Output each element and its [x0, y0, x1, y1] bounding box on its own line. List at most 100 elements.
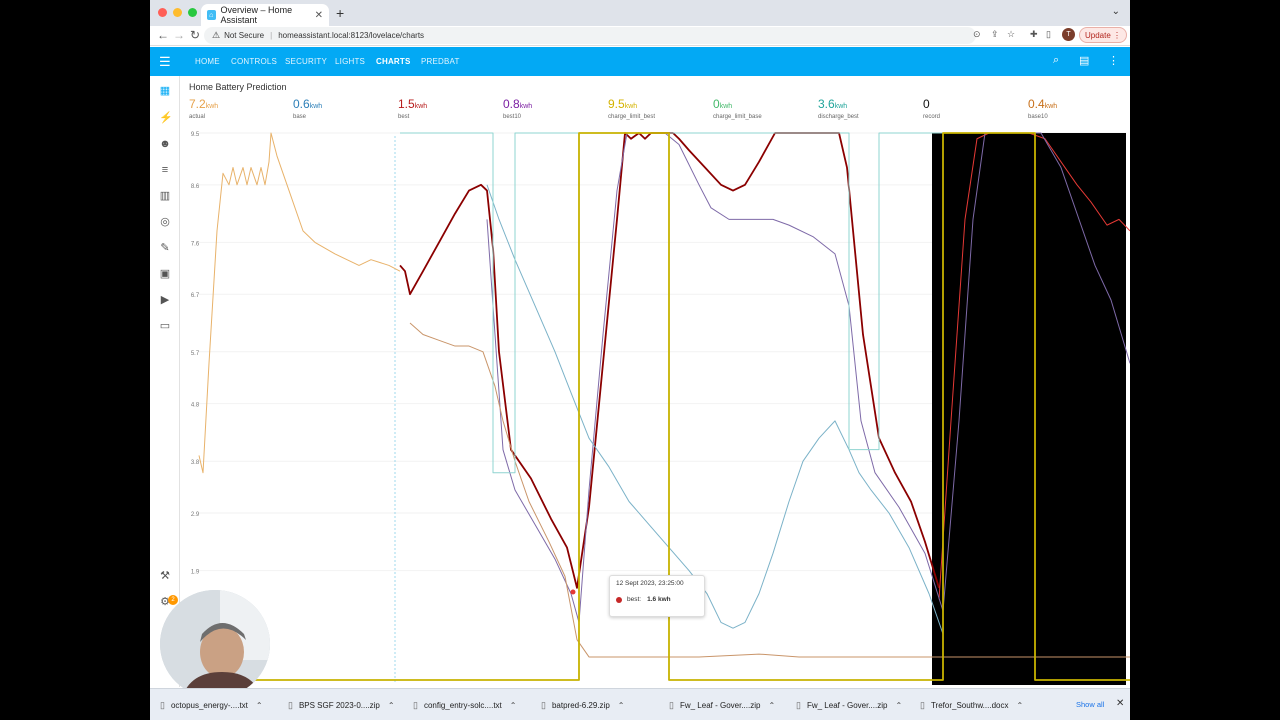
- close-window-button[interactable]: [158, 8, 167, 17]
- file-icon: ▯: [413, 699, 418, 710]
- url-field[interactable]: ⚠ Not Secure | homeassistant.local:8123/…: [204, 27, 976, 44]
- security-label[interactable]: Not Secure: [224, 31, 264, 40]
- update-label: Update: [1084, 30, 1111, 40]
- share-icon[interactable]: ⇪: [991, 29, 999, 40]
- browser-window: ⌂ Overview – Home Assistant ✕ + ⌄ ← → ↻ …: [150, 0, 1130, 720]
- file-icon: ▯: [160, 699, 165, 710]
- download-item[interactable]: ▯ Trefor_Southw....docx ⌃: [920, 689, 1023, 720]
- stat-label: actual: [189, 114, 206, 120]
- download-item[interactable]: ▯ Fw_ Leaf - Gover....zip ⌃: [669, 689, 775, 720]
- dashboard-icon[interactable]: ▦: [159, 85, 171, 97]
- stat-value: 0: [713, 97, 720, 111]
- tab-controls[interactable]: CONTROLS: [231, 57, 277, 66]
- stat-charge-limit-best[interactable]: 9.5kwh charge_limit_best: [608, 95, 655, 120]
- stat-discharge-best[interactable]: 3.6kwh discharge_best: [818, 95, 859, 120]
- tab-security[interactable]: SECURITY: [285, 57, 327, 66]
- battery-prediction-card: Home Battery Prediction 7.2kwh actual 0.…: [181, 76, 1130, 687]
- more-options-icon[interactable]: ⋮: [1108, 54, 1119, 67]
- back-icon[interactable]: ←: [157, 28, 169, 42]
- browser-tab[interactable]: ⌂ Overview – Home Assistant ✕: [201, 4, 329, 26]
- wrench-icon[interactable]: ✎: [159, 242, 171, 254]
- y-tick-label: 8.6: [191, 184, 200, 190]
- stat-label: charge_limit_best: [608, 114, 656, 120]
- chevron-up-icon[interactable]: ⌃: [1016, 701, 1023, 710]
- chart-tooltip: 12 Sept 2023, 23:25:00 best: 1.6 kwh: [609, 575, 705, 617]
- zip-icon: ▯: [288, 699, 293, 710]
- energy-icon[interactable]: ⚡: [159, 112, 173, 124]
- media-icon[interactable]: ▶: [159, 294, 171, 306]
- y-tick-label: 1.9: [191, 570, 200, 576]
- download-item[interactable]: ▯ batpred-6.29.zip ⌃: [541, 689, 624, 720]
- download-name: Fw_ Leaf - Gover....zip: [806, 700, 888, 710]
- stat-charge-limit-base[interactable]: 0kwh charge_limit_base: [713, 95, 762, 120]
- stat-record[interactable]: 0 record: [923, 95, 940, 120]
- stat-unit: kwh: [205, 103, 219, 110]
- close-icon[interactable]: ✕: [1116, 698, 1124, 709]
- search-icon[interactable]: ⌕: [1053, 54, 1059, 67]
- sidepanel-icon[interactable]: ▯: [1046, 29, 1051, 40]
- tab-predbat[interactable]: PREDBAT: [421, 57, 460, 66]
- profile-avatar[interactable]: T: [1062, 28, 1075, 41]
- assist-icon[interactable]: ▤: [1079, 54, 1089, 67]
- person-icon[interactable]: ☻: [159, 138, 171, 150]
- stat-best10[interactable]: 0.8kwh best10: [503, 95, 532, 120]
- hammer-icon[interactable]: ⚒: [159, 570, 171, 582]
- y-tick-label: 6.7: [191, 293, 200, 299]
- download-item[interactable]: ▯ Fw_ Leaf - Gover....zip ⌃: [796, 689, 902, 720]
- url-text[interactable]: homeassistant.local:8123/lovelace/charts: [278, 31, 424, 40]
- tab-lights[interactable]: LIGHTS: [335, 57, 365, 66]
- terminal-icon[interactable]: ▭: [159, 320, 171, 332]
- download-name: octopus_energy-....txt: [170, 700, 248, 710]
- tab-charts[interactable]: CHARTS: [376, 57, 411, 66]
- install-icon[interactable]: ⊙: [973, 29, 981, 40]
- menu-icon[interactable]: ☰: [159, 54, 171, 70]
- stat-label: base10: [1028, 114, 1048, 120]
- document-icon: ▯: [920, 699, 925, 710]
- chevron-up-icon[interactable]: ⌃: [618, 701, 625, 710]
- tooltip-series: best: [627, 596, 640, 603]
- chevron-up-icon[interactable]: ⌃: [510, 701, 517, 710]
- stat-base10[interactable]: 0.4kwh base10: [1028, 95, 1057, 120]
- new-tab-icon[interactable]: +: [336, 5, 344, 21]
- zip-icon: ▯: [669, 699, 674, 710]
- downloads-bar: ▯ octopus_energy-....txt ⌃ ▯ BPS SGF 2023-0…: [150, 688, 1130, 720]
- download-name: config_entry-solc....txt: [423, 700, 502, 710]
- y-tick-label: 5.7: [191, 351, 200, 357]
- download-item[interactable]: ▯ octopus_energy-....txt ⌃: [160, 689, 263, 720]
- download-item[interactable]: ▯ BPS SGF 2023-0....zip ⌃: [288, 689, 395, 720]
- reload-icon[interactable]: ↻: [190, 28, 200, 42]
- window-controls: [158, 8, 197, 17]
- warning-icon[interactable]: ⚠: [212, 30, 220, 41]
- show-all-downloads-link[interactable]: Show all: [1076, 700, 1104, 709]
- stat-value: 9.5: [608, 97, 625, 111]
- tooltip-point: [570, 589, 576, 595]
- forward-icon[interactable]: →: [173, 28, 185, 42]
- stat-unit: kwh: [309, 103, 323, 110]
- extensions-icon[interactable]: ✚: [1030, 29, 1038, 40]
- zoom-window-button[interactable]: [188, 8, 197, 17]
- y-tick-label: 3.8: [191, 460, 200, 466]
- chevron-up-icon[interactable]: ⌃: [895, 701, 902, 710]
- logbook-icon[interactable]: ≡: [159, 164, 171, 176]
- download-name: Trefor_Southw....docx: [930, 700, 1009, 710]
- update-button[interactable]: Update ⋮: [1079, 27, 1127, 43]
- hacs-icon[interactable]: ▣: [159, 268, 171, 280]
- chevron-up-icon[interactable]: ⌃: [256, 701, 263, 710]
- minimize-window-button[interactable]: [173, 8, 182, 17]
- stat-actual[interactable]: 7.2kwh actual: [189, 95, 218, 120]
- history-icon[interactable]: ▥: [159, 190, 171, 202]
- y-tick-label: 9.5: [191, 132, 200, 138]
- bookmark-star-icon[interactable]: ☆: [1007, 29, 1015, 40]
- tab-home[interactable]: HOME: [195, 57, 220, 66]
- stat-best[interactable]: 1.5kwh best: [398, 95, 427, 120]
- map-icon[interactable]: ◎: [159, 216, 171, 228]
- chevron-up-icon[interactable]: ⌃: [768, 701, 775, 710]
- stat-base[interactable]: 0.6kwh base: [293, 95, 322, 120]
- close-tab-icon[interactable]: ✕: [315, 10, 323, 21]
- series-line-actual: [198, 132, 401, 474]
- stat-label: discharge_best: [818, 114, 859, 120]
- chevron-up-icon[interactable]: ⌃: [388, 701, 395, 710]
- chevron-down-icon[interactable]: ⌄: [1112, 6, 1120, 17]
- stat-label: record: [923, 114, 941, 120]
- download-item[interactable]: ▯ config_entry-solc....txt ⌃: [413, 689, 516, 720]
